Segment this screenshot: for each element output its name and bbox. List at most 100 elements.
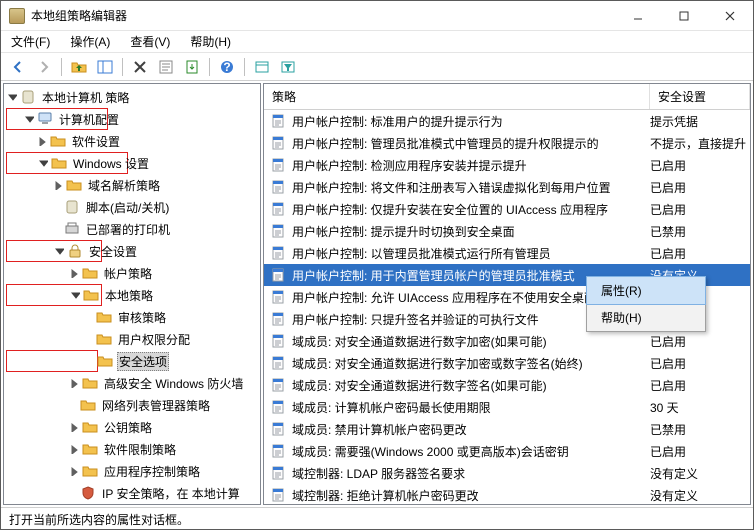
context-menu-help[interactable]: 帮助(H)	[587, 304, 705, 331]
context-menu-properties[interactable]: 属性(R)	[586, 276, 706, 305]
tree-public-key[interactable]: 公钥策略	[4, 416, 260, 438]
title-bar: 本地组策略编辑器	[1, 1, 753, 31]
policy-doc-icon	[270, 443, 286, 459]
tree-app-control[interactable]: 应用程序控制策略	[4, 460, 260, 482]
tree-account-policies[interactable]: 帐户策略	[4, 262, 260, 284]
policy-name: 用户帐户控制: 提示提升时切换到安全桌面	[292, 223, 650, 240]
show-hide-tree-button[interactable]	[94, 56, 116, 78]
tree-deployed-printers[interactable]: 已部署的打印机	[4, 218, 260, 240]
policy-name: 用户帐户控制: 管理员批准模式中管理员的提升权限提示的	[292, 135, 650, 152]
policy-value: 没有定义	[650, 465, 750, 482]
policy-value: 已启用	[650, 157, 750, 174]
folder-icon	[51, 155, 67, 171]
menu-help[interactable]: 帮助(H)	[186, 31, 235, 52]
policy-value: 已启用	[650, 377, 750, 394]
console-tree[interactable]: 本地计算机 策略 计算机配置 软件设置 Windows 设置 域名解析策略 脚本…	[3, 83, 261, 505]
policy-value: 已启用	[650, 355, 750, 372]
policy-value: 已启用	[650, 443, 750, 460]
list-item[interactable]: 用户帐户控制: 管理员批准模式中管理员的提升权限提示的不提示，直接提升	[264, 132, 750, 154]
tree-adv-audit[interactable]: 高级审核策略配置	[4, 504, 260, 505]
policy-value: 已启用	[650, 333, 750, 350]
policy-doc-icon	[270, 333, 286, 349]
column-setting[interactable]: 安全设置	[650, 84, 750, 109]
policy-name: 域成员: 对安全通道数据进行数字签名(如果可能)	[292, 377, 650, 394]
folder-icon	[66, 177, 82, 193]
list-item[interactable]: 域成员: 对安全通道数据进行数字签名(如果可能)已启用	[264, 374, 750, 396]
toolbar: ?	[1, 53, 753, 81]
list-body[interactable]: 用户帐户控制: 标准用户的提升提示行为提示凭据用户帐户控制: 管理员批准模式中管…	[264, 110, 750, 504]
policy-doc-icon	[270, 157, 286, 173]
policy-name: 域成员: 对安全通道数据进行数字加密或数字签名(始终)	[292, 355, 650, 372]
tree-adv-firewall[interactable]: 高级安全 Windows 防火墙	[4, 372, 260, 394]
policy-name: 用户帐户控制: 标准用户的提升提示行为	[292, 113, 650, 130]
tree-security-settings[interactable]: 安全设置	[6, 240, 102, 262]
minimize-button[interactable]	[615, 1, 661, 30]
separator	[122, 58, 123, 76]
policy-doc-icon	[270, 179, 286, 195]
column-policy[interactable]: 策略	[264, 84, 650, 109]
shield-icon	[80, 485, 96, 501]
policy-name: 域成员: 计算机帐户密码最长使用期限	[292, 399, 650, 416]
tree-ip-security[interactable]: IP 安全策略，在 本地计算	[4, 482, 260, 504]
policy-value: 已启用	[650, 245, 750, 262]
properties-button[interactable]	[155, 56, 177, 78]
filter-on-button[interactable]	[277, 56, 299, 78]
policy-name: 域控制器: LDAP 服务器签名要求	[292, 465, 650, 482]
folder-icon	[50, 133, 66, 149]
list-item[interactable]: 用户帐户控制: 以管理员批准模式运行所有管理员已启用	[264, 242, 750, 264]
forward-button[interactable]	[33, 56, 55, 78]
policy-value: 已禁用	[650, 421, 750, 438]
policy-value: 不提示，直接提升	[650, 135, 750, 152]
help-button[interactable]: ?	[216, 56, 238, 78]
policy-doc-icon	[270, 135, 286, 151]
menu-file[interactable]: 文件(F)	[7, 31, 54, 52]
list-item[interactable]: 用户帐户控制: 检测应用程序安装并提示提升已启用	[264, 154, 750, 176]
policy-doc-icon	[270, 223, 286, 239]
list-item[interactable]: 域成员: 对安全通道数据进行数字加密(如果可能)已启用	[264, 330, 750, 352]
policy-name: 用户帐户控制: 以管理员批准模式运行所有管理员	[292, 245, 650, 262]
tree-scripts[interactable]: 脚本(启动/关机)	[4, 196, 260, 218]
policy-name: 用户帐户控制: 将文件和注册表写入错误虚拟化到每用户位置	[292, 179, 650, 196]
policy-icon	[20, 89, 36, 105]
tree-software-restriction[interactable]: 软件限制策略	[4, 438, 260, 460]
back-button[interactable]	[7, 56, 29, 78]
list-item[interactable]: 域成员: 对安全通道数据进行数字加密或数字签名(始终)已启用	[264, 352, 750, 374]
list-item[interactable]: 域成员: 禁用计算机帐户密码更改已禁用	[264, 418, 750, 440]
policy-list: 策略 安全设置 用户帐户控制: 标准用户的提升提示行为提示凭据用户帐户控制: 管…	[263, 83, 751, 505]
tree-user-rights[interactable]: 用户权限分配	[4, 328, 260, 350]
list-item[interactable]: 域成员: 计算机帐户密码最长使用期限30 天	[264, 396, 750, 418]
delete-button[interactable]	[129, 56, 151, 78]
folder-icon	[80, 397, 96, 413]
list-item[interactable]: 用户帐户控制: 提示提升时切换到安全桌面已禁用	[264, 220, 750, 242]
export-list-button[interactable]	[181, 56, 203, 78]
menu-action[interactable]: 操作(A)	[66, 31, 114, 52]
tree-root[interactable]: 本地计算机 策略	[4, 86, 260, 108]
list-header: 策略 安全设置	[264, 84, 750, 110]
policy-name: 域控制器: 拒绝计算机帐户密码更改	[292, 487, 650, 504]
list-item[interactable]: 用户帐户控制: 标准用户的提升提示行为提示凭据	[264, 110, 750, 132]
scroll-icon	[64, 199, 80, 215]
filter-options-button[interactable]	[251, 56, 273, 78]
menu-view[interactable]: 查看(V)	[126, 31, 174, 52]
tree-security-options[interactable]: 安全选项	[6, 350, 98, 372]
list-item[interactable]: 域控制器: LDAP 服务器签名要求没有定义	[264, 462, 750, 484]
policy-doc-icon	[270, 267, 286, 283]
close-button[interactable]	[707, 1, 753, 30]
folder-icon	[82, 441, 98, 457]
tree-audit-policy[interactable]: 审核策略	[4, 306, 260, 328]
tree-software-settings[interactable]: 软件设置	[4, 130, 260, 152]
maximize-button[interactable]	[661, 1, 707, 30]
tree-local-policies[interactable]: 本地策略	[6, 284, 102, 306]
separator	[209, 58, 210, 76]
list-item[interactable]: 域成员: 需要强(Windows 2000 或更高版本)会话密钥已启用	[264, 440, 750, 462]
tree-windows-settings[interactable]: Windows 设置	[6, 152, 128, 174]
separator	[244, 58, 245, 76]
up-button[interactable]	[68, 56, 90, 78]
list-item[interactable]: 域控制器: 拒绝计算机帐户密码更改没有定义	[264, 484, 750, 504]
tree-dns-policy[interactable]: 域名解析策略	[4, 174, 260, 196]
tree-computer-config[interactable]: 计算机配置	[6, 108, 108, 130]
list-item[interactable]: 用户帐户控制: 将文件和注册表写入错误虚拟化到每用户位置已启用	[264, 176, 750, 198]
policy-name: 域成员: 需要强(Windows 2000 或更高版本)会话密钥	[292, 443, 650, 460]
list-item[interactable]: 用户帐户控制: 仅提升安装在安全位置的 UIAccess 应用程序已启用	[264, 198, 750, 220]
tree-nlm[interactable]: 网络列表管理器策略	[4, 394, 260, 416]
